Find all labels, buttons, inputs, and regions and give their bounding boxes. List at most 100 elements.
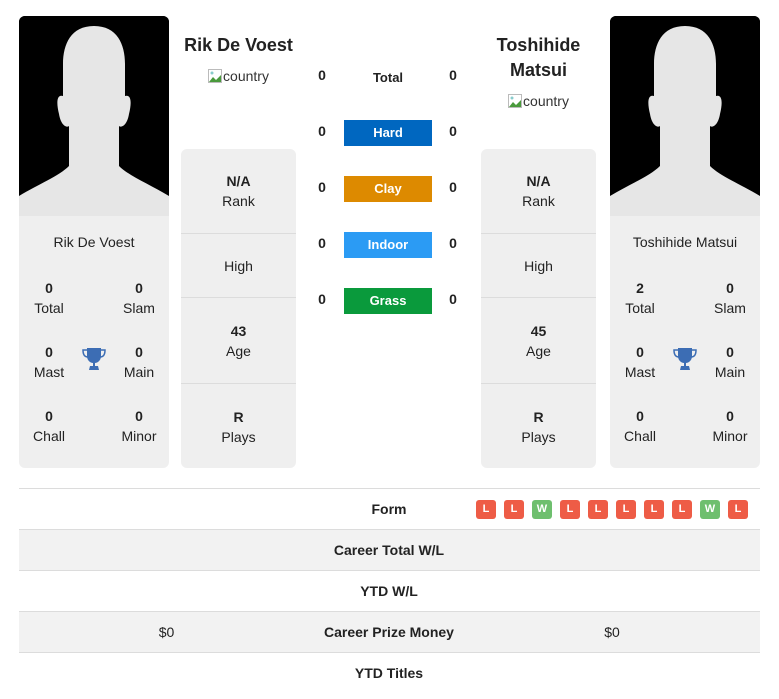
player-title-right-line2: Matsui [509,60,567,80]
h2h-hard-right: 0 [449,123,457,139]
titles-chall-value: 0 [45,408,53,424]
titles-mast-label: Mast [33,364,65,380]
titles-minor-left: 0 Minor [109,406,169,446]
h2h-total-left: 0 [318,67,326,83]
titles-main-label: Main [123,364,155,380]
titles-minor-value: 0 [135,408,143,424]
age-label: Age [526,342,551,359]
player-info-right: N/A Rank High 45 Age R Plays [481,149,596,468]
titles-mast-right: 0 Mast [610,342,670,382]
plays-value: R [233,408,244,425]
form-badges: LLWLLLLLWL [476,500,748,519]
player-photo-left [19,16,169,216]
titles-total-right: 2 Total [610,278,670,318]
form-loss-badge: L [476,500,496,519]
titles-main-right: 0 Main [700,342,760,382]
age-value: 45 [530,322,547,339]
plays-value: R [533,408,544,425]
titles-mast-value: 0 [636,344,644,360]
titles-minor-label: Minor [712,428,748,444]
h2h-indoor-right: 0 [449,235,457,251]
titles-slam-label: Slam [714,300,746,316]
table-row: $0 Career Prize Money $0 [19,611,760,652]
titles-main-label: Main [714,364,746,380]
player-title-left[interactable]: Rik De Voest [170,33,307,58]
form-win-badge: W [532,500,552,519]
prize-money-left: $0 [158,624,175,640]
titles-total-label: Total [34,300,64,316]
silhouette-icon [610,16,760,216]
form-loss-badge: L [728,500,748,519]
age-label: Age [226,342,251,359]
titles-minor-label: Minor [121,428,157,444]
player-name-left: Rik De Voest [53,234,135,250]
surface-grass-badge: Grass [344,288,432,314]
titles-mast-left: 0 Mast [19,342,79,382]
titles-total-value: 2 [636,280,644,296]
high-cell-right: High [481,234,596,298]
player-card-left: Rik De Voest 0 Total 0 Slam 0 Mast 0 Main 0 C… [19,16,169,468]
rank-label: Rank [222,193,255,209]
titles-main-left: 0 Main [109,342,169,382]
h2h-total-label: Total [372,70,404,85]
form-win-badge: W [700,500,720,519]
rank-value: N/A [526,173,551,189]
high-label: High [524,257,553,274]
plays-label: Plays [221,428,256,445]
broken-image-icon [508,94,523,108]
titles-mast-label: Mast [624,364,656,380]
titles-slam-right: 0 Slam [700,278,760,318]
country-flag-left: country [170,68,307,84]
rank-cell-left: N/A Rank [181,149,296,234]
titles-chall-label: Chall [624,428,656,444]
rank-value: N/A [226,173,251,189]
ytd-wl-label: YTD W/L [360,583,418,599]
titles-main-value: 0 [726,344,734,360]
player-card-right: Toshihide Matsui 2 Total 0 Slam 0 Mast 0 Mai… [610,16,760,468]
trophy-icon [81,346,107,372]
titles-slam-value: 0 [726,280,734,296]
age-cell-right: 45 Age [481,298,596,384]
table-row: Career Total W/L [19,529,760,570]
h2h-clay-right: 0 [449,179,457,195]
surface-indoor-badge: Indoor [344,232,432,258]
h2h-clay-left: 0 [318,179,326,195]
trophy-icon [672,346,698,372]
ytd-titles-label: YTD Titles [354,665,424,681]
titles-chall-label: Chall [33,428,65,444]
age-value: 43 [230,322,247,339]
surface-clay-badge: Clay [344,176,432,202]
h2h-indoor-left: 0 [318,235,326,251]
form-loss-badge: L [560,500,580,519]
titles-chall-right: 0 Chall [610,406,670,446]
form-loss-badge: L [504,500,524,519]
plays-label: Plays [521,428,556,445]
titles-slam-left: 0 Slam [109,278,169,318]
prize-money-label: Career Prize Money [324,624,454,640]
country-flag-right: country [470,93,607,109]
plays-cell-right: R Plays [481,384,596,469]
titles-total-label: Total [625,300,655,316]
form-label: Form [371,501,407,517]
player-name-right: Toshihide Matsui [632,234,738,250]
player-title-right-line1: Toshihide [496,35,581,55]
age-cell-left: 43 Age [181,298,296,384]
rank-label: Rank [522,193,555,209]
player-title-right[interactable]: Toshihide Matsui [470,33,607,83]
titles-slam-value: 0 [135,280,143,296]
h2h-grass-right: 0 [449,291,457,307]
h2h-hard-left: 0 [318,123,326,139]
career-wl-label: Career Total W/L [333,542,445,558]
titles-mast-value: 0 [45,344,53,360]
form-loss-badge: L [588,500,608,519]
form-loss-badge: L [644,500,664,519]
titles-minor-value: 0 [726,408,734,424]
titles-slam-label: Slam [123,300,155,316]
high-label: High [224,257,253,274]
rank-cell-right: N/A Rank [481,149,596,234]
high-cell-left: High [181,234,296,298]
player-info-left: N/A Rank High 43 Age R Plays [181,149,296,468]
titles-chall-value: 0 [636,408,644,424]
titles-minor-right: 0 Minor [700,406,760,446]
table-row: YTD Titles [19,652,760,693]
